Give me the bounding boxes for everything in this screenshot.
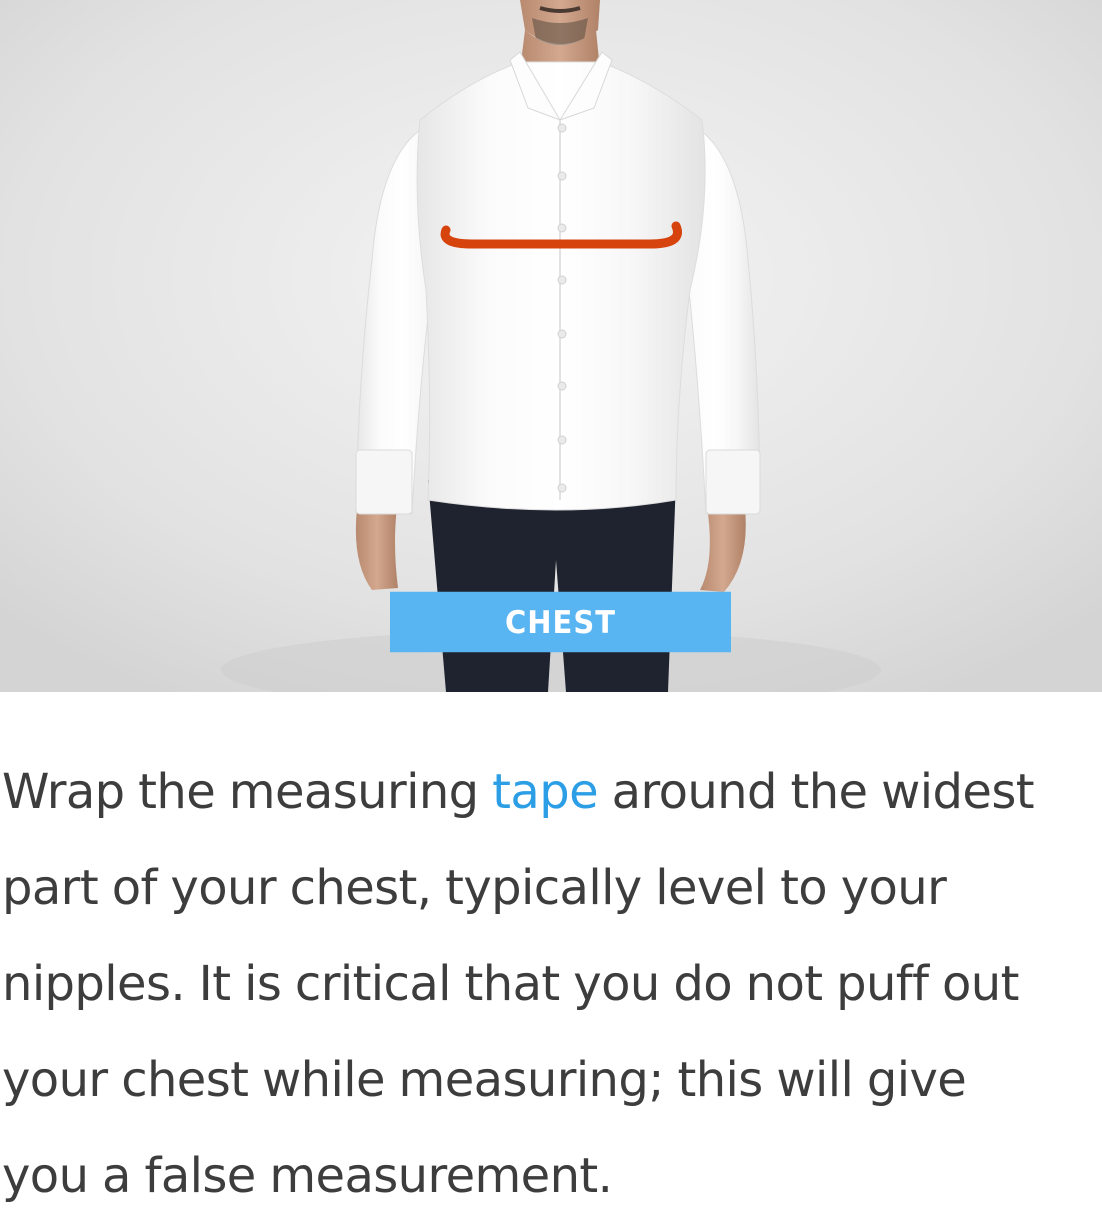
- instruction-line-1: Wrap the measuring tape around the wides…: [2, 764, 1035, 820]
- instruction-line-4: your chest while measuring; this will gi…: [2, 1052, 967, 1108]
- chest-instructions: Wrap the measuring tape around the wides…: [2, 744, 1102, 1224]
- left-cuff: [355, 449, 413, 515]
- instruction-line-3: nipples. It is critical that you do not …: [2, 956, 1019, 1012]
- instruction-line-2: part of your chest, typically level to y…: [2, 860, 947, 916]
- model-illustration: [0, 0, 1102, 692]
- tape-link[interactable]: tape: [492, 764, 598, 820]
- chest-label: CHEST: [390, 591, 731, 653]
- chest-measurement-image: CHEST: [0, 0, 1102, 692]
- instruction-line-5: you a false measurement.: [2, 1148, 613, 1204]
- right-cuff: [705, 449, 761, 515]
